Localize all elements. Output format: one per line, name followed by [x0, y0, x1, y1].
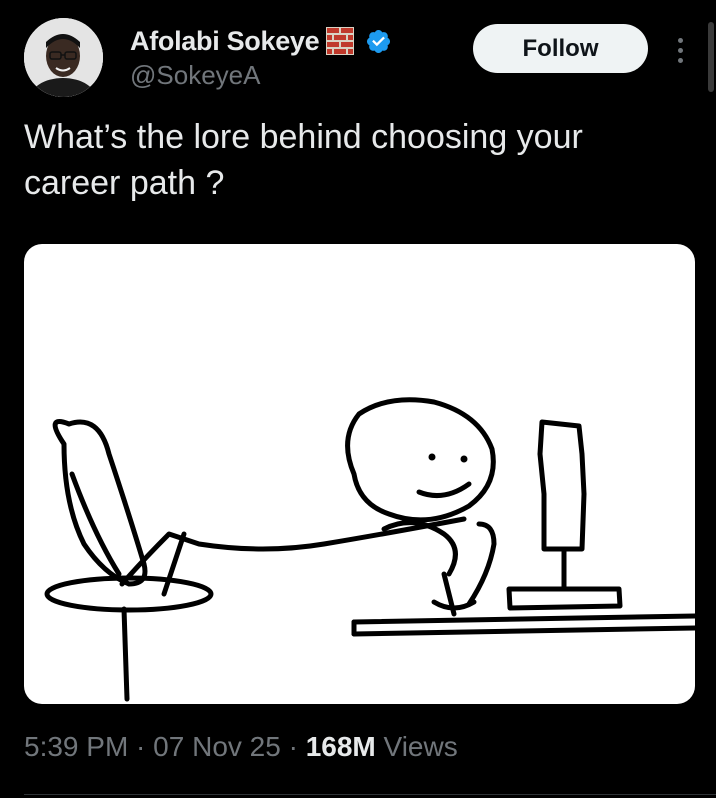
scrollbar-thumb[interactable] [708, 22, 714, 92]
views-label: Views [375, 731, 458, 762]
verified-badge-icon[interactable] [365, 28, 392, 55]
tweet-media-image[interactable] [24, 244, 695, 704]
views-count[interactable]: 168M [306, 731, 376, 762]
stickman-at-computer-drawing [44, 397, 695, 702]
meta-separator: · [280, 731, 306, 762]
author-avatar[interactable] [24, 18, 103, 97]
more-vertical-icon[interactable] [666, 30, 694, 70]
meta-separator: · [128, 731, 154, 762]
author-display-name[interactable]: Afolabi Sokeye [130, 26, 320, 57]
follow-button[interactable]: Follow [473, 24, 648, 73]
tweet-text: What’s the lore behind choosing your car… [24, 118, 583, 202]
divider [24, 794, 716, 795]
tweet-date[interactable]: 07 Nov 25 [153, 731, 281, 762]
author-name-row: Afolabi Sokeye [130, 24, 392, 58]
tweet-time[interactable]: 5:39 PM [24, 731, 128, 762]
author-handle[interactable]: @SokeyeA [130, 60, 260, 91]
tweet-meta: 5:39 PM · 07 Nov 25 · 168M Views [24, 731, 458, 763]
brick-icon [326, 27, 355, 55]
